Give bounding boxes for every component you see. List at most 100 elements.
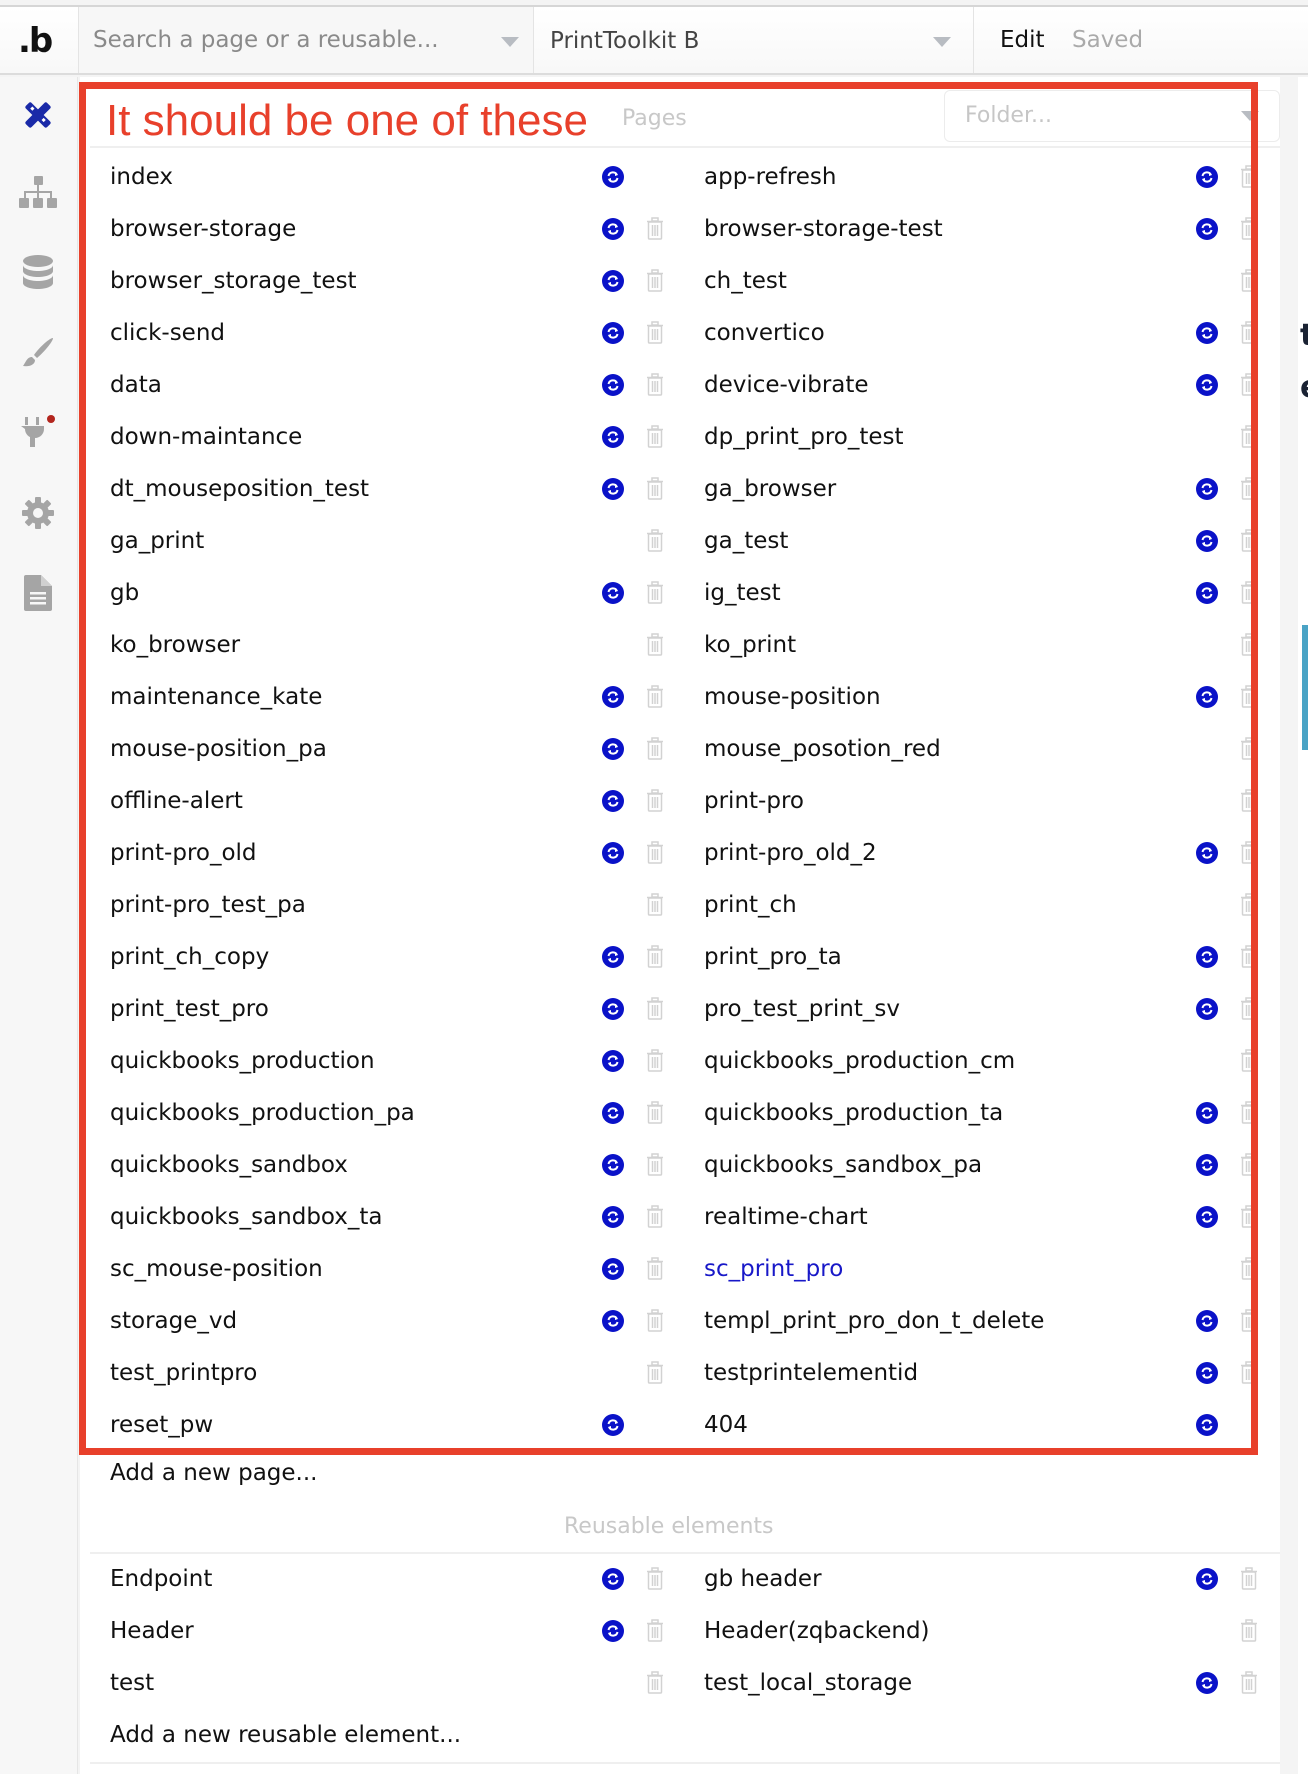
sync-icon[interactable] [602, 426, 624, 448]
trash-icon[interactable] [1240, 1309, 1258, 1333]
sync-icon[interactable] [1196, 1310, 1218, 1332]
list-item[interactable]: quickbooks_production [110, 1040, 670, 1086]
list-item[interactable]: mouse-position [704, 676, 1264, 722]
item-name[interactable]: gb [110, 580, 139, 606]
item-name[interactable]: quickbooks_production [110, 1048, 375, 1074]
item-name[interactable]: convertico [704, 320, 825, 346]
sync-icon[interactable] [1196, 998, 1218, 1020]
sync-icon[interactable] [602, 1102, 624, 1124]
list-item[interactable]: index [110, 156, 670, 202]
list-item[interactable]: quickbooks_sandbox_ta [110, 1196, 670, 1242]
trash-icon[interactable] [646, 1153, 664, 1177]
trash-icon[interactable] [646, 425, 664, 449]
item-name[interactable]: quickbooks_production_ta [704, 1100, 1003, 1126]
trash-icon[interactable] [646, 1567, 664, 1591]
search-input[interactable] [91, 21, 475, 59]
trash-icon[interactable] [646, 373, 664, 397]
chevron-down-icon[interactable] [933, 37, 951, 47]
list-item[interactable]: pro_test_print_sv [704, 988, 1264, 1034]
list-item[interactable]: mouse_posotion_red [704, 728, 1264, 774]
list-item[interactable]: ig_test [704, 572, 1264, 618]
trash-icon[interactable] [646, 737, 664, 761]
trash-icon[interactable] [1240, 269, 1258, 293]
list-item[interactable]: quickbooks_production_pa [110, 1092, 670, 1138]
list-item[interactable]: browser-storage [110, 208, 670, 254]
sync-icon[interactable] [602, 166, 624, 188]
list-item[interactable]: maintenance_kate [110, 676, 670, 722]
sync-icon[interactable] [1196, 166, 1218, 188]
item-name[interactable]: print_pro_ta [704, 944, 842, 970]
list-item[interactable]: mouse-position_pa [110, 728, 670, 774]
add-new-reusable-link[interactable]: Add a new reusable element... [110, 1722, 461, 1748]
trash-icon[interactable] [646, 1101, 664, 1125]
list-item[interactable]: templ_print_pro_don_t_delete [704, 1300, 1264, 1346]
list-item[interactable]: ga_browser [704, 468, 1264, 514]
sync-icon[interactable] [1196, 842, 1218, 864]
list-item[interactable]: test_local_storage [704, 1662, 1264, 1708]
app-selector[interactable]: PrintToolkit B [533, 7, 974, 73]
list-item[interactable]: testprintelementid [704, 1352, 1264, 1398]
item-name[interactable]: quickbooks_production_pa [110, 1100, 415, 1126]
sync-icon[interactable] [602, 1154, 624, 1176]
trash-icon[interactable] [646, 581, 664, 605]
list-item[interactable]: gb [110, 572, 670, 618]
sync-icon[interactable] [602, 1568, 624, 1590]
item-name[interactable]: print-pro_test_pa [110, 892, 306, 918]
chevron-down-icon[interactable] [501, 37, 519, 47]
sync-icon[interactable] [602, 478, 624, 500]
sync-icon[interactable] [1196, 374, 1218, 396]
trash-icon[interactable] [1240, 529, 1258, 553]
sync-icon[interactable] [602, 1206, 624, 1228]
item-name[interactable]: ga_print [110, 528, 204, 554]
trash-icon[interactable] [1240, 1671, 1258, 1695]
trash-icon[interactable] [646, 1205, 664, 1229]
item-name[interactable]: print_ch_copy [110, 944, 269, 970]
list-item[interactable]: Header(zqbackend) [704, 1610, 1264, 1656]
trash-icon[interactable] [646, 1619, 664, 1643]
item-name[interactable]: ko_print [704, 632, 796, 658]
sync-icon[interactable] [1196, 1102, 1218, 1124]
bubble-logo[interactable]: .b [18, 21, 53, 61]
list-item[interactable]: print-pro_test_pa [110, 884, 670, 930]
list-item[interactable]: device-vibrate [704, 364, 1264, 410]
item-name[interactable]: quickbooks_production_cm [704, 1048, 1015, 1074]
item-name[interactable]: templ_print_pro_don_t_delete [704, 1308, 1044, 1334]
sync-icon[interactable] [602, 738, 624, 760]
item-name[interactable]: testprintelementid [704, 1360, 918, 1386]
item-name[interactable]: reset_pw [110, 1412, 213, 1438]
item-name[interactable]: data [110, 372, 162, 398]
item-name[interactable]: browser_storage_test [110, 268, 357, 294]
item-name[interactable]: Header(zqbackend) [704, 1618, 930, 1644]
sync-icon[interactable] [1196, 1414, 1218, 1436]
list-item[interactable]: 404 [704, 1404, 1264, 1450]
sync-icon[interactable] [602, 998, 624, 1020]
list-item[interactable]: dp_print_pro_test [704, 416, 1264, 462]
item-name[interactable]: storage_vd [110, 1308, 237, 1334]
item-name[interactable]: ko_browser [110, 632, 240, 658]
list-item[interactable]: click-send [110, 312, 670, 358]
sync-icon[interactable] [602, 790, 624, 812]
item-name[interactable]: ga_browser [704, 476, 836, 502]
sync-icon[interactable] [602, 322, 624, 344]
item-name[interactable]: quickbooks_sandbox [110, 1152, 348, 1178]
sync-icon[interactable] [602, 1620, 624, 1642]
trash-icon[interactable] [1240, 789, 1258, 813]
item-name[interactable]: pro_test_print_sv [704, 996, 900, 1022]
sidebar-item-plugins[interactable] [18, 413, 58, 453]
trash-icon[interactable] [646, 529, 664, 553]
item-name[interactable]: print-pro_old [110, 840, 257, 866]
sidebar-item-data[interactable] [18, 253, 58, 293]
trash-icon[interactable] [1240, 1361, 1258, 1385]
list-item[interactable]: offline-alert [110, 780, 670, 826]
trash-icon[interactable] [1240, 633, 1258, 657]
item-name[interactable]: maintenance_kate [110, 684, 322, 710]
list-item[interactable]: sc_print_pro [704, 1248, 1264, 1294]
page-search[interactable] [78, 7, 534, 73]
list-item[interactable]: quickbooks_sandbox [110, 1144, 670, 1190]
sync-icon[interactable] [1196, 530, 1218, 552]
item-name[interactable]: index [110, 164, 173, 190]
trash-icon[interactable] [1240, 1049, 1258, 1073]
trash-icon[interactable] [1240, 1619, 1258, 1643]
item-name[interactable]: realtime-chart [704, 1204, 868, 1230]
item-name[interactable]: ch_test [704, 268, 787, 294]
